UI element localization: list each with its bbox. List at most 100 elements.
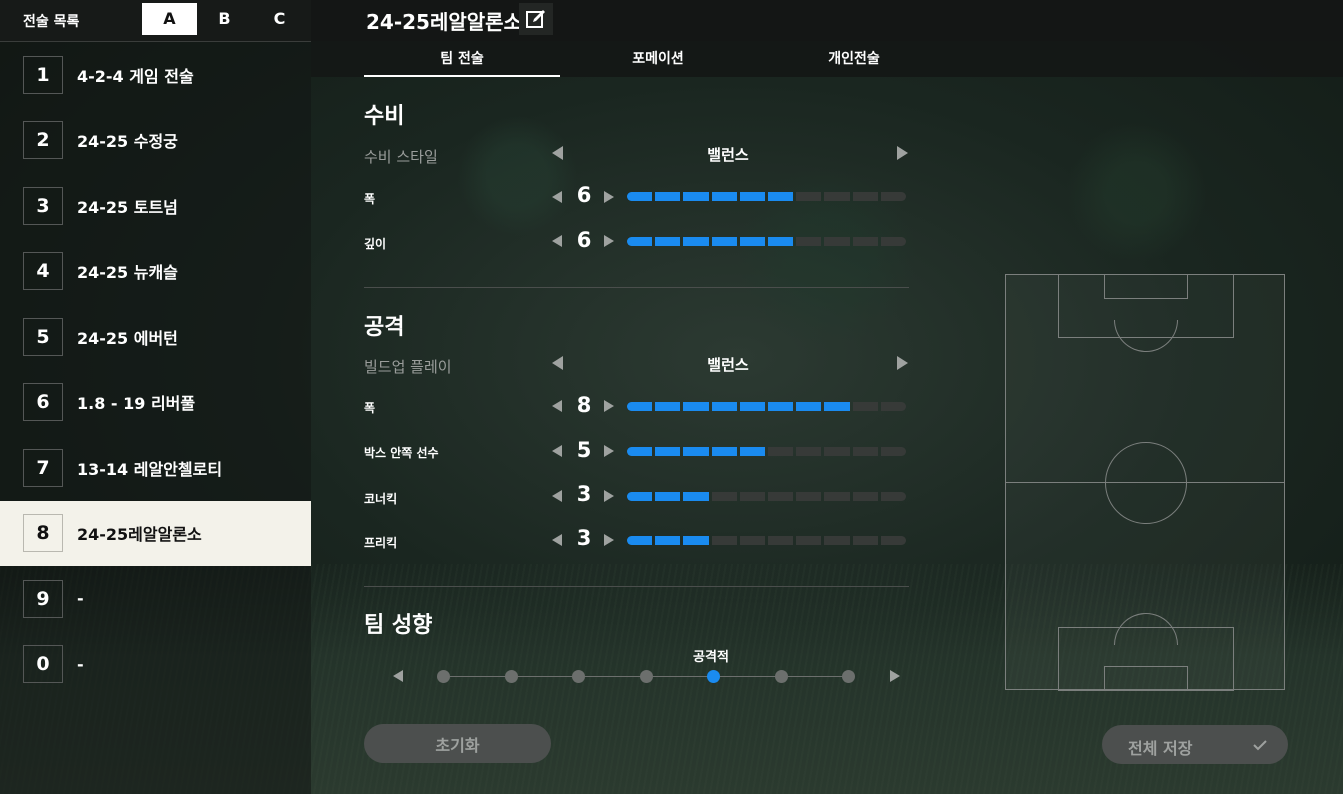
bar-segment: [880, 402, 907, 411]
box-players-bar[interactable]: [627, 447, 907, 456]
corner-kick-label: 코너킥: [364, 492, 398, 506]
section-divider: [364, 287, 909, 288]
preset-tab-b[interactable]: B: [197, 3, 252, 35]
attack-width-decrease-icon[interactable]: [552, 400, 562, 412]
tactic-item-4[interactable]: 4 24-25 뉴캐슬: [0, 239, 311, 305]
bar-segment: [655, 237, 681, 246]
tactic-item-6[interactable]: 6 1.8 - 19 리버풀: [0, 370, 311, 436]
defense-section-title: 수비: [364, 104, 405, 129]
attack-width-increase-icon[interactable]: [604, 400, 614, 412]
bar-segment: [852, 237, 878, 246]
bar-segment: [627, 192, 653, 201]
bar-segment: [796, 492, 822, 501]
defense-depth-decrease-icon[interactable]: [552, 235, 562, 247]
bar-segment: [739, 536, 766, 545]
box-players-increase-icon[interactable]: [604, 445, 614, 457]
bar-segment: [768, 536, 794, 545]
defense-width-increase-icon[interactable]: [604, 191, 614, 203]
buildup-style-prev-icon[interactable]: [552, 356, 563, 370]
bar-segment: [852, 536, 878, 545]
bar-segment: [655, 402, 681, 411]
bar-segment: [683, 237, 709, 246]
buildup-style-next-icon[interactable]: [897, 356, 908, 370]
bar-segment: [852, 402, 878, 411]
tactic-name: 24-25 수정궁: [77, 132, 178, 152]
corner-kick-increase-icon[interactable]: [604, 490, 614, 502]
tactic-item-0[interactable]: 0 -: [0, 632, 311, 698]
tab-team-tactics[interactable]: 팀 전술: [364, 41, 560, 77]
tendency-step-2[interactable]: [504, 670, 518, 683]
corner-kick-bar[interactable]: [627, 492, 907, 501]
bar-segment: [852, 192, 878, 201]
defense-depth-bar[interactable]: [627, 237, 907, 246]
bar-segment: [739, 402, 766, 411]
tactic-number: 7: [23, 448, 63, 487]
free-kick-decrease-icon[interactable]: [552, 534, 562, 546]
defense-width-bar[interactable]: [627, 192, 907, 201]
tendency-step-5[interactable]: [707, 670, 720, 683]
bar-segment: [627, 237, 653, 246]
tactic-name: -: [77, 654, 84, 674]
header-bar: 24-25레알알론소: [311, 0, 1343, 41]
bar-segment: [768, 447, 794, 456]
tactic-item-8[interactable]: 8 24-25레알알론소: [0, 500, 311, 566]
defense-style-prev-icon[interactable]: [552, 146, 563, 160]
tendency-step-1[interactable]: [437, 670, 450, 683]
sidebar-title: 전술 목록: [23, 14, 80, 30]
attack-width-bar[interactable]: [627, 402, 907, 411]
tendency-prev-icon[interactable]: [393, 670, 403, 682]
tactic-item-1[interactable]: 1 4-2-4 게임 전술: [0, 42, 311, 108]
bar-segment: [852, 492, 878, 501]
defense-depth-increase-icon[interactable]: [604, 235, 614, 247]
bar-segment: [796, 402, 822, 411]
attack-width-label: 폭: [364, 401, 376, 415]
attack-width-value: 8: [576, 393, 592, 417]
preset-tab-a[interactable]: A: [142, 3, 197, 35]
reset-button[interactable]: 초기화: [364, 724, 551, 763]
tab-individual-tactics[interactable]: 개인전술: [756, 41, 952, 77]
bar-segment: [824, 536, 850, 545]
attack-section-title: 공격: [364, 315, 405, 340]
tactic-number: 4: [23, 252, 63, 291]
edit-icon[interactable]: [519, 3, 553, 35]
tendency-step-4[interactable]: [639, 670, 653, 683]
bar-segment: [683, 192, 709, 201]
corner-kick-decrease-icon[interactable]: [552, 490, 562, 502]
tendency-step-6[interactable]: [774, 670, 788, 683]
preset-tabs: A B C: [142, 3, 309, 35]
tactic-number: 3: [23, 186, 63, 225]
box-players-decrease-icon[interactable]: [552, 445, 562, 457]
defense-style-value: 밸런스: [707, 146, 749, 164]
bar-segment: [880, 192, 907, 201]
defense-style-label: 수비 스타일: [364, 148, 438, 166]
tactic-item-2[interactable]: 2 24-25 수정궁: [0, 108, 311, 174]
save-all-button[interactable]: 전체 저장: [1102, 725, 1288, 764]
bar-segment: [683, 492, 709, 501]
bar-segment: [796, 192, 822, 201]
buildup-style-value: 밸런스: [707, 356, 749, 374]
free-kick-increase-icon[interactable]: [604, 534, 614, 546]
tactic-item-5[interactable]: 5 24-25 에버턴: [0, 304, 311, 370]
tab-formation[interactable]: 포메이션: [560, 41, 756, 77]
tendency-step-7[interactable]: [842, 670, 855, 683]
preset-tab-c[interactable]: C: [252, 3, 307, 35]
bar-segment: [711, 237, 737, 246]
bar-segment: [796, 447, 822, 456]
tactic-name: -: [77, 589, 84, 609]
tactic-item-3[interactable]: 3 24-25 토트넘: [0, 173, 311, 239]
bottom-goal-box: [1104, 666, 1188, 691]
defense-width-decrease-icon[interactable]: [552, 191, 562, 203]
bar-segment: [711, 402, 737, 411]
tactic-item-9[interactable]: 9 -: [0, 566, 311, 632]
bar-segment: [880, 237, 907, 246]
tactic-name: 24-25 토트넘: [77, 197, 178, 217]
tactic-list: 1 4-2-4 게임 전술 2 24-25 수정궁 3 24-25 토트넘 4 …: [0, 42, 311, 697]
tactic-item-7[interactable]: 7 13-14 레알안첼로티: [0, 435, 311, 501]
defense-style-next-icon[interactable]: [897, 146, 908, 160]
tendency-step-3[interactable]: [572, 670, 585, 683]
pitch-diagram: [1005, 274, 1285, 691]
tactic-number: 5: [23, 317, 63, 356]
tactic-name: 24-25 뉴캐슬: [77, 263, 178, 283]
tendency-next-icon[interactable]: [890, 670, 900, 682]
free-kick-bar[interactable]: [627, 536, 907, 545]
